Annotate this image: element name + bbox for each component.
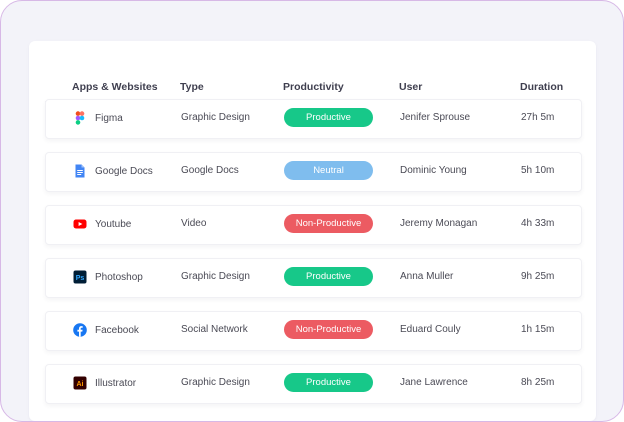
figma-icon xyxy=(73,111,87,125)
productivity-badge: Non-Productive xyxy=(284,320,373,339)
table-row[interactable]: Ps Photoshop Graphic Design Productive A… xyxy=(45,258,582,298)
table-row[interactable]: Figma Graphic Design Productive Jenifer … xyxy=(45,99,582,139)
app-name: Facebook xyxy=(95,324,139,336)
app-name: Illustrator xyxy=(95,377,137,389)
app-type: Video xyxy=(181,218,207,229)
user-name: Dominic Young xyxy=(400,165,467,176)
app-type: Graphic Design xyxy=(181,377,250,388)
app-name: Google Docs xyxy=(95,165,153,177)
productivity-badge: Productive xyxy=(284,267,373,286)
table-row[interactable]: Google Docs Google Docs Neutral Dominic … xyxy=(45,152,582,192)
app-window-frame: Apps & Websites Type Productivity User D… xyxy=(0,0,624,422)
header-apps-websites: Apps & Websites xyxy=(72,81,158,93)
photoshop-icon: Ps xyxy=(73,270,87,284)
duration-value: 1h 15m xyxy=(521,324,555,335)
user-name: Jeremy Monagan xyxy=(400,218,478,229)
header-user: User xyxy=(399,81,423,93)
app-type: Graphic Design xyxy=(181,112,250,123)
duration-value: 27h 5m xyxy=(521,112,555,123)
duration-value: 8h 25m xyxy=(521,377,555,388)
productivity-badge: Productive xyxy=(284,373,373,392)
user-name: Jane Lawrence xyxy=(400,377,468,388)
app-type: Graphic Design xyxy=(181,271,250,282)
header-productivity: Productivity xyxy=(283,81,344,93)
user-name: Anna Muller xyxy=(400,271,454,282)
app-type: Social Network xyxy=(181,324,248,335)
app-name: Figma xyxy=(95,112,123,124)
table-row[interactable]: Youtube Video Non-Productive Jeremy Mona… xyxy=(45,205,582,245)
table-row[interactable]: Facebook Social Network Non-Productive E… xyxy=(45,311,582,351)
productivity-badge: Neutral xyxy=(284,161,373,180)
app-type: Google Docs xyxy=(181,165,239,176)
facebook-icon xyxy=(73,323,87,337)
productivity-badge: Productive xyxy=(284,108,373,127)
header-type: Type xyxy=(180,81,204,93)
duration-value: 4h 33m xyxy=(521,218,555,229)
illustrator-icon: Ai xyxy=(73,376,87,390)
google-docs-icon xyxy=(73,164,87,178)
user-name: Eduard Couly xyxy=(400,324,461,335)
app-name: Photoshop xyxy=(95,271,143,283)
youtube-icon xyxy=(73,217,87,231)
user-name: Jenifer Sprouse xyxy=(400,112,471,123)
duration-value: 9h 25m xyxy=(521,271,555,282)
productivity-badge: Non-Productive xyxy=(284,214,373,233)
app-name: Youtube xyxy=(95,218,132,230)
table-row[interactable]: Ai Illustrator Graphic Design Productive… xyxy=(45,364,582,404)
duration-value: 5h 10m xyxy=(521,165,555,176)
activity-table-card: Apps & Websites Type Productivity User D… xyxy=(29,41,596,421)
header-duration: Duration xyxy=(520,81,564,93)
svg-text:Ps: Ps xyxy=(76,275,85,282)
svg-text:Ai: Ai xyxy=(77,381,84,388)
